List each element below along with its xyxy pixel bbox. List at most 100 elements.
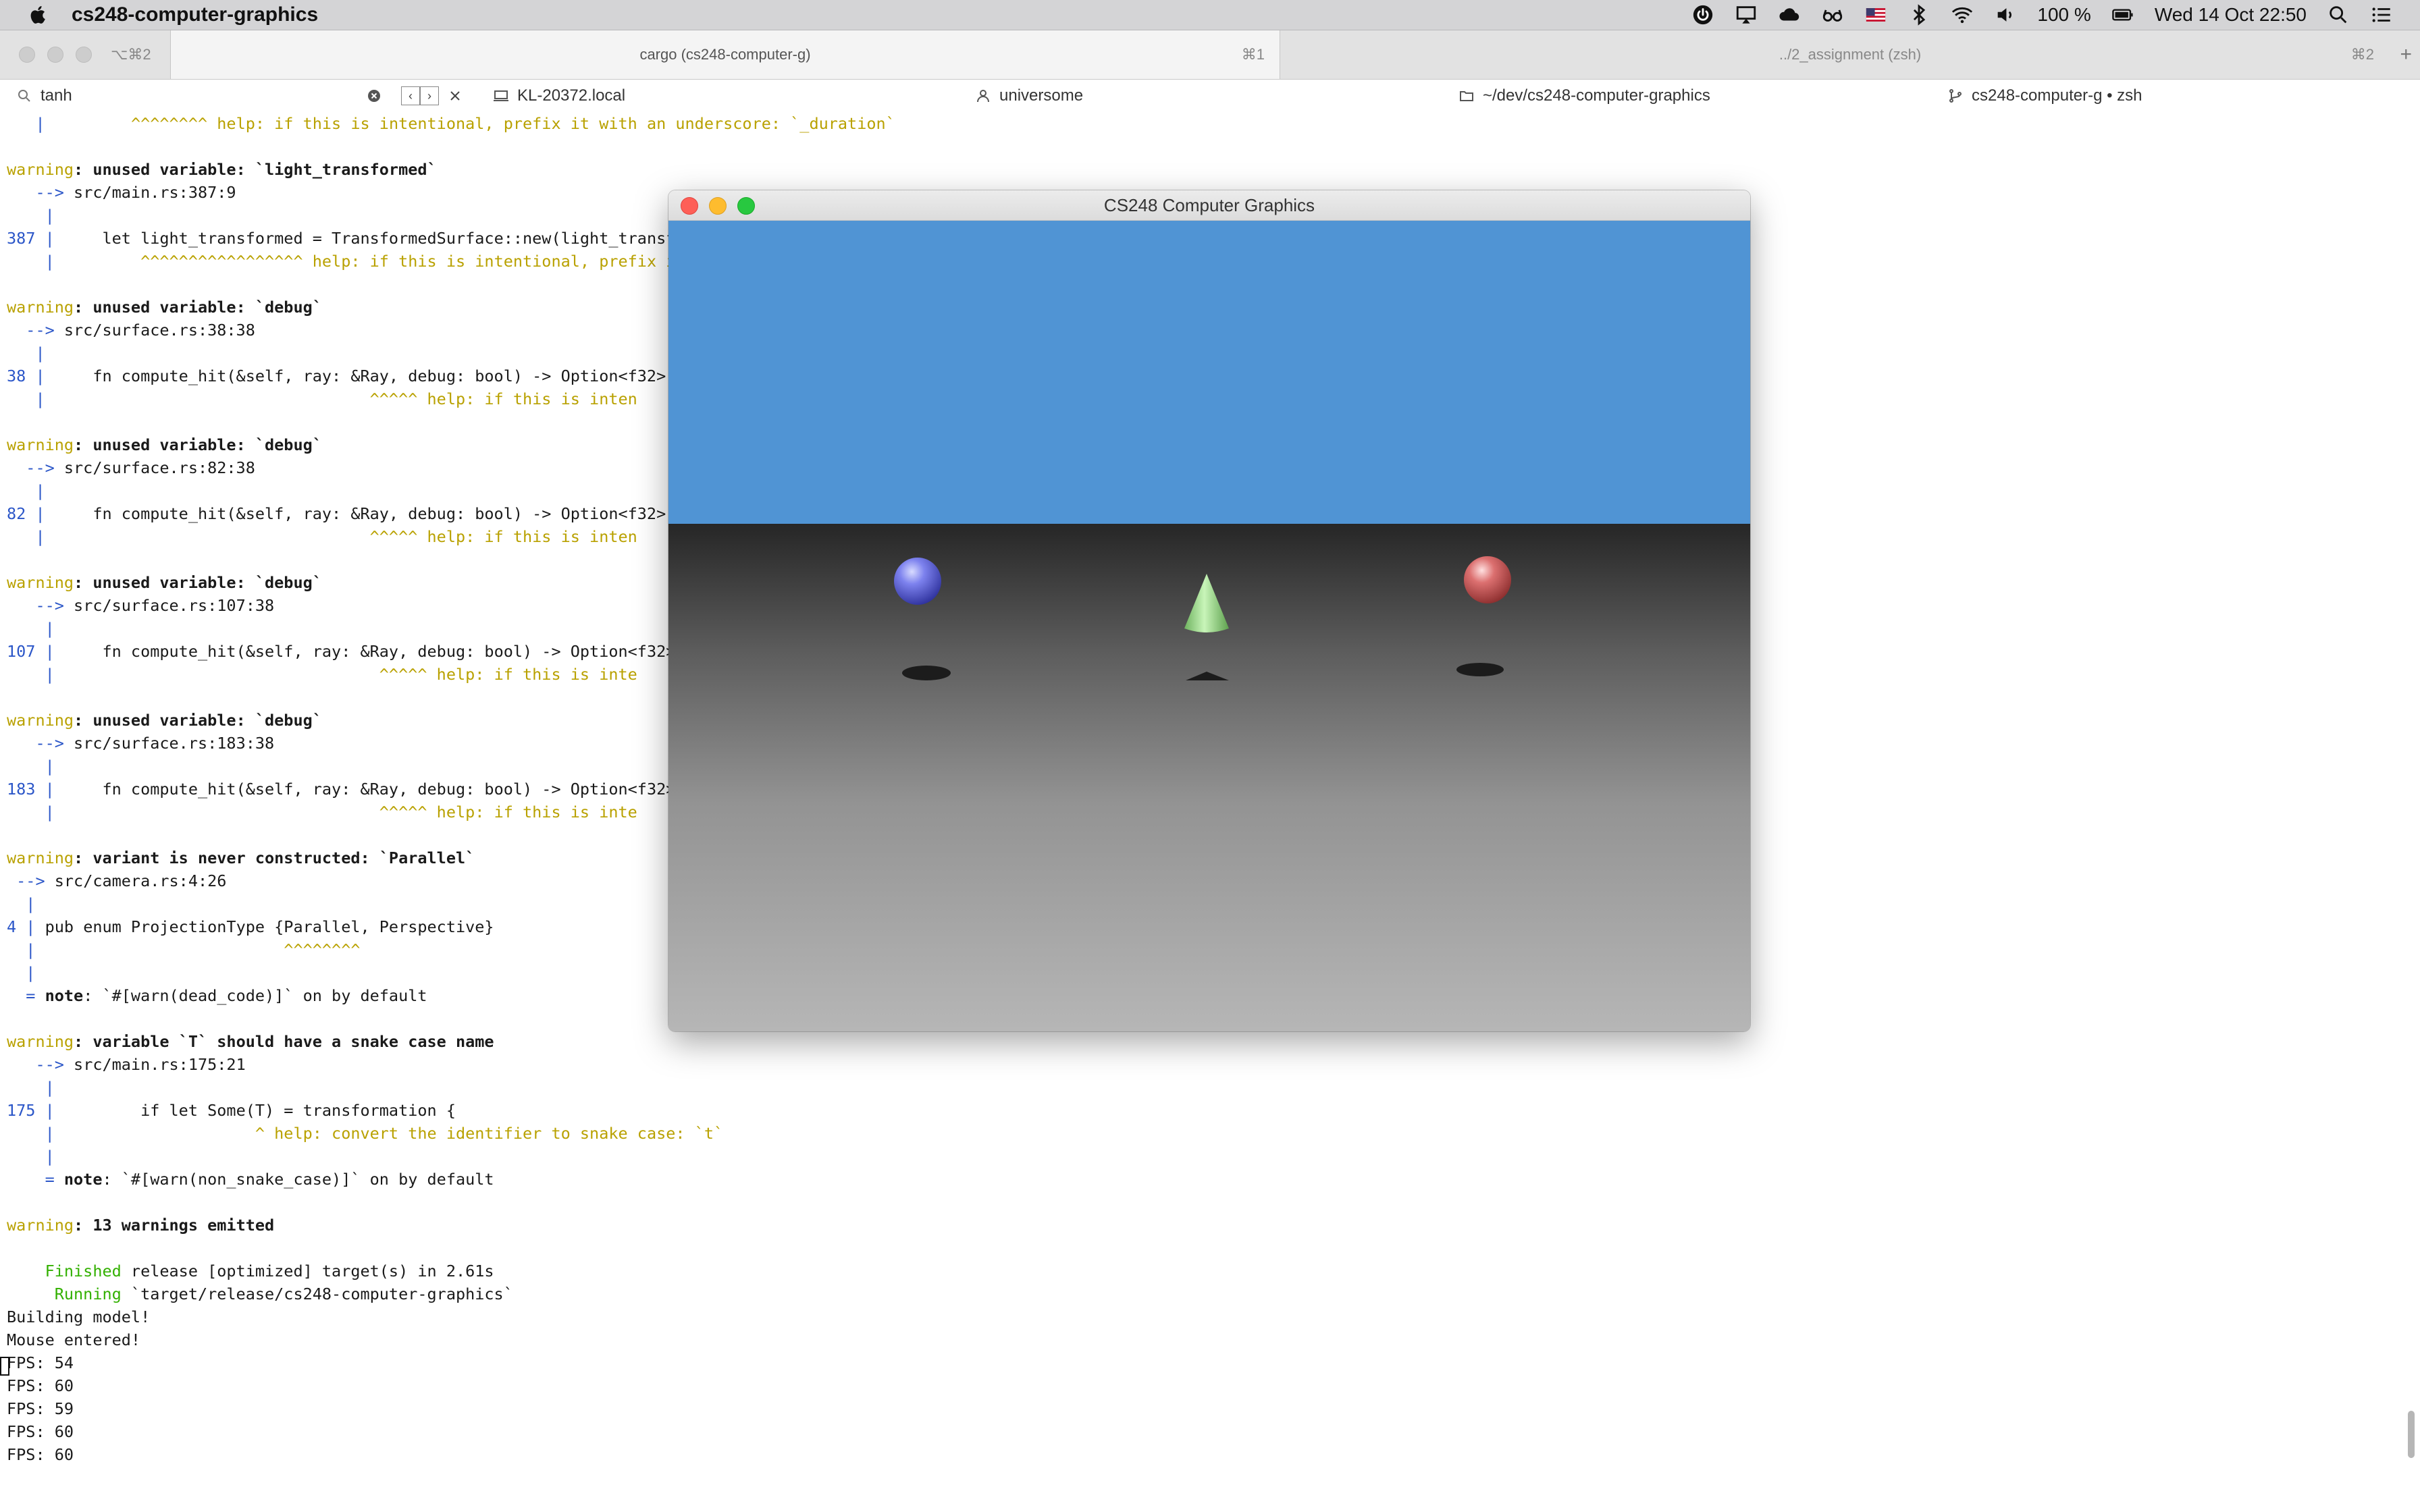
terminal-line: warning: 13 warnings emitted <box>7 1214 274 1237</box>
clock[interactable]: Wed 14 Oct 22:50 <box>2155 4 2307 26</box>
terminal-text: : unused variable: `light_transformed` <box>74 160 437 179</box>
power-icon[interactable] <box>1691 3 1714 26</box>
clear-search-icon[interactable] <box>366 88 382 104</box>
graphics-window-title: CS248 Computer Graphics <box>1103 194 1315 215</box>
terminal-text: note <box>45 986 84 1005</box>
blue-sphere <box>894 558 941 605</box>
terminal-line: Building model! <box>7 1305 150 1328</box>
terminal-text: | <box>7 1147 55 1166</box>
new-tab-button[interactable]: + <box>2400 43 2412 66</box>
terminal-scrollbar[interactable] <box>2408 115 2415 1458</box>
terminal-line: warning: unused variable: `debug` <box>7 296 322 319</box>
terminal-line: warning: unused variable: `light_transfo… <box>7 158 437 181</box>
terminal-line: warning: unused variable: `debug` <box>7 709 322 732</box>
terminal-line: FPS: 60 <box>7 1443 74 1466</box>
git-branch-icon <box>1949 89 1962 103</box>
terminal-line: | ^^^^^ help: if this is inten <box>7 525 637 548</box>
terminal-line: | ^^^^^ help: if this is inte <box>7 663 637 686</box>
screen-mirroring-icon[interactable] <box>1735 3 1758 26</box>
job-name: cs248-computer-g • zsh <box>1972 86 2142 105</box>
user-indicator: universome <box>975 80 1083 112</box>
terminal-text: | <box>7 344 45 362</box>
app-menu-name[interactable]: cs248-computer-graphics <box>72 3 318 26</box>
terminal-text: src/surface.rs:107:38 <box>74 596 275 615</box>
host-indicator: KL-20372.local <box>493 80 625 112</box>
graphics-window-titlebar[interactable]: CS248 Computer Graphics <box>668 190 1750 221</box>
apple-menu-icon[interactable] <box>27 3 50 26</box>
terminal-line: FPS: 60 <box>7 1420 74 1443</box>
blue-sphere-shadow <box>902 666 951 680</box>
terminal-text: | <box>7 252 55 271</box>
volume-icon[interactable] <box>1994 3 2017 26</box>
battery-icon[interactable] <box>2111 3 2134 26</box>
scrollbar-thumb[interactable] <box>2408 1411 2415 1458</box>
terminal-text: warning <box>7 573 74 592</box>
search-input[interactable]: tanh <box>41 86 358 105</box>
find-next-button[interactable]: › <box>420 86 439 105</box>
cloud-icon[interactable] <box>1778 3 1801 26</box>
close-window-button[interactable] <box>681 197 698 215</box>
current-path: ~/dev/cs248-computer-graphics <box>1483 86 1710 105</box>
terminal-text: | <box>7 894 36 913</box>
terminal-text: 4 | <box>7 917 36 936</box>
tab-background[interactable]: ⌥⌘2 <box>0 30 171 79</box>
terminal-text: ^^^^^ help: if this is inte <box>54 803 637 821</box>
terminal-line: --> src/camera.rs:4:26 <box>7 869 226 892</box>
terminal-line: 183 | fn compute_hit(&self, ray: &Ray, d… <box>7 778 675 801</box>
terminal-text: Finished <box>7 1262 122 1280</box>
terminal-text: | <box>7 940 36 959</box>
terminal-line: | <box>7 479 45 502</box>
terminal-cursor <box>0 1357 9 1376</box>
terminal-text: 387 | <box>7 229 55 248</box>
tab-cargo[interactable]: cargo (cs248-computer-g) ⌘1 <box>171 30 1280 79</box>
terminal-text: : unused variable: `debug` <box>74 711 322 730</box>
search-icon <box>18 90 30 102</box>
terminal-line: | <box>7 1076 55 1099</box>
bluetooth-icon[interactable] <box>1908 3 1930 26</box>
terminal-text: fn compute_hit(&self, ray: &Ray, debug: … <box>54 642 676 661</box>
terminal-text: warning <box>7 298 74 317</box>
minimize-window-button[interactable] <box>709 197 727 215</box>
glasses-icon[interactable] <box>1821 3 1844 26</box>
rendered-scene[interactable] <box>668 221 1750 1031</box>
zoom-window-button[interactable] <box>737 197 755 215</box>
terminal-text: | <box>7 1078 55 1097</box>
tab-zsh[interactable]: ../2_assignment (zsh) ⌘2 + <box>1280 30 2420 79</box>
wifi-icon[interactable] <box>1951 3 1974 26</box>
terminal-line: --> src/surface.rs:38:38 <box>7 319 255 342</box>
terminal-line: = note: `#[warn(non_snake_case)]` on by … <box>7 1168 494 1191</box>
tab-shortcut: ⌘1 <box>1241 46 1265 63</box>
terminal-text: | <box>7 114 131 133</box>
us-flag-icon[interactable] <box>1864 3 1887 26</box>
terminal-text: : `#[warn(non_snake_case)]` on by defaul… <box>102 1170 494 1189</box>
terminal-text: 175 | <box>7 1101 55 1120</box>
spotlight-search-icon[interactable] <box>2327 3 2350 26</box>
terminal-line: | <box>7 617 55 640</box>
host-name: KL-20372.local <box>517 86 626 105</box>
terminal-text: src/surface.rs:82:38 <box>63 458 255 477</box>
sky <box>668 221 1750 524</box>
terminal-text: --> <box>7 321 64 340</box>
terminal-text: ^^^^^ help: if this is inten <box>45 389 637 408</box>
terminal-text: | <box>7 481 45 500</box>
terminal-text: if let Some(T) = transformation { <box>54 1101 456 1120</box>
tab-title: ../2_assignment (zsh) <box>1779 46 1922 63</box>
battery-percentage[interactable]: 100 % <box>2037 4 2090 26</box>
status-bar: tanh ‹ › KL-20372.local universome ~/dev… <box>0 80 2420 112</box>
terminal-line: | <box>7 961 35 984</box>
terminal-text: | <box>7 803 55 821</box>
terminal-text: : unused variable: `debug` <box>74 435 322 454</box>
close-find-icon[interactable] <box>447 88 463 104</box>
terminal-text: ^ help: convert the identifier to snake … <box>54 1124 724 1143</box>
tab-title: cargo (cs248-computer-g) <box>639 46 811 63</box>
path-indicator: ~/dev/cs248-computer-graphics <box>1458 80 1710 112</box>
terminal-text: warning <box>7 848 74 867</box>
terminal-text: --> <box>7 1055 74 1074</box>
terminal-text: src/surface.rs:38:38 <box>63 321 255 340</box>
terminal-text: | <box>7 619 55 638</box>
terminal-line: | <box>7 755 55 778</box>
graphics-window[interactable]: CS248 Computer Graphics <box>668 190 1750 1031</box>
notification-center-icon[interactable] <box>2370 3 2393 26</box>
terminal-line: FPS: 59 <box>7 1397 74 1420</box>
find-previous-button[interactable]: ‹ <box>401 86 420 105</box>
